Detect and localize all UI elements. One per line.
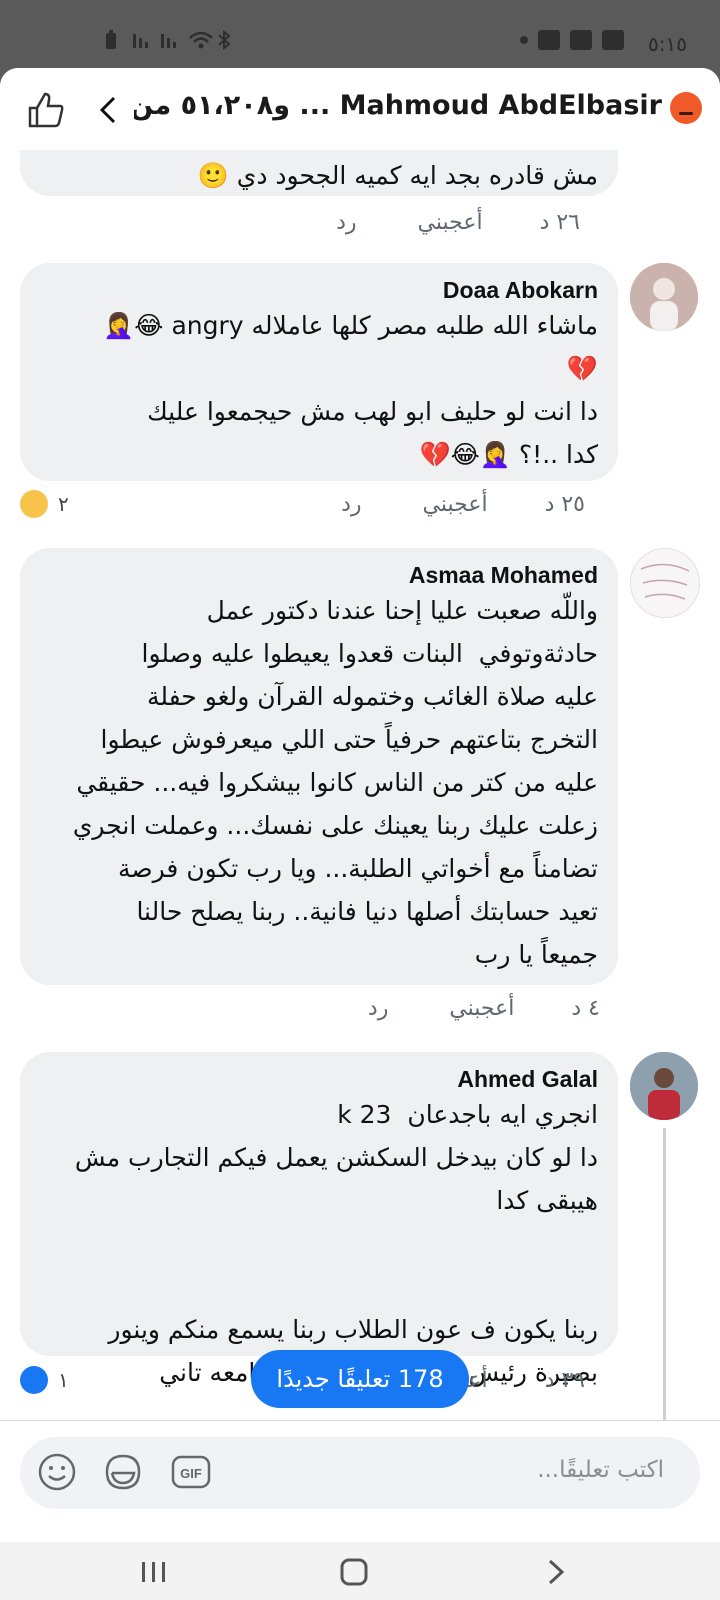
facebook-icon <box>570 30 592 50</box>
like-button[interactable]: أعجبني <box>418 210 483 235</box>
system-nav-bar <box>0 1542 720 1600</box>
comment-time: ٣٩ د <box>544 1368 585 1393</box>
reaction-count: ٢ <box>58 492 69 516</box>
signal-icon-2 <box>160 30 180 48</box>
battery-icon <box>104 30 124 49</box>
back-icon[interactable] <box>94 90 124 130</box>
youtube-icon <box>538 30 560 50</box>
svg-text:GIF: GIF <box>180 1466 202 1481</box>
comment-placeholder: اكتب تعليقًا... <box>537 1457 664 1483</box>
comment-text: واللّه صعبت عليا إحنا عندنا دكتور عمل حا… <box>72 596 598 969</box>
bluetooth-icon <box>216 29 236 51</box>
reaction-count: ١ <box>58 1368 69 1392</box>
comment-bubble: Ahmed Galal انجري ايه باجدعان 23 k دا لو… <box>20 1052 618 1387</box>
haha-reaction-icon <box>20 490 48 518</box>
comments-header: Mahmoud AbdElbasir ... و٥١،٢٠٨ من الأشخ <box>0 68 720 150</box>
comment-time: ٤ د <box>571 996 600 1021</box>
comment-composer: اكتب تعليقًا... GIF <box>0 1420 720 1542</box>
home-icon[interactable] <box>338 1556 370 1588</box>
angry-reaction-icon <box>670 92 702 124</box>
thread-line <box>663 1128 666 1448</box>
notification-dot-icon <box>520 36 528 44</box>
reply-button[interactable]: رد <box>336 210 356 235</box>
comment-meta: ٤ د أعجبني رد <box>368 996 600 1021</box>
avatar[interactable] <box>630 263 698 331</box>
comment-meta: ٢٦ د أعجبني رد <box>336 210 580 235</box>
signal-icon <box>132 30 152 48</box>
comment-input[interactable]: اكتب تعليقًا... GIF <box>20 1437 700 1509</box>
avatar[interactable] <box>630 548 700 618</box>
recents-icon[interactable] <box>138 1556 170 1588</box>
comment-author[interactable]: Doaa Abokarn <box>40 277 598 304</box>
reaction-summary[interactable]: ١ <box>20 1366 69 1394</box>
comments-sheet: Mahmoud AbdElbasir ... و٥١،٢٠٨ من الأشخ … <box>0 68 720 1542</box>
like-button[interactable]: أعجبني <box>449 996 514 1021</box>
new-comments-button[interactable]: 178 تعليقًا جديدًا <box>251 1350 469 1408</box>
comment-bubble: Doaa Abokarn ماشاء الله طلبه مصر كلها عا… <box>20 263 618 481</box>
like-button[interactable]: أعجبني <box>423 492 488 517</box>
status-icons-left <box>104 29 236 51</box>
gallery-icon <box>602 30 624 50</box>
avatar[interactable] <box>630 1052 698 1120</box>
comment-meta: ٢٥ د أعجبني رد <box>341 492 585 517</box>
comment-text: ماشاء الله طلبه مصر كلها عاملاله angry 😂… <box>103 311 598 469</box>
status-time: ٥:١٥ <box>648 32 687 56</box>
comment-time: ٢٥ د <box>544 492 585 517</box>
gif-icon[interactable]: GIF <box>170 1451 212 1493</box>
like-icon[interactable] <box>24 88 68 132</box>
emoji-icon[interactable] <box>36 1451 78 1493</box>
like-reaction-icon <box>20 1366 48 1394</box>
header-title: Mahmoud AbdElbasir ... و٥١،٢٠٨ من الأشخ <box>134 90 662 121</box>
sticker-icon[interactable] <box>102 1451 144 1493</box>
wifi-icon <box>188 30 213 49</box>
reaction-summary[interactable]: ٢ <box>20 490 69 518</box>
reply-button[interactable]: رد <box>368 996 388 1021</box>
comment-author[interactable]: Asmaa Mohamed <box>40 562 598 589</box>
reply-button[interactable]: رد <box>341 492 361 517</box>
status-icons-right <box>520 30 624 50</box>
comment-author[interactable]: Ahmed Galal <box>40 1066 598 1093</box>
comment-text: مش قادره بجد ايه كميه الجحود دي 🙂 <box>197 161 598 190</box>
status-bar: ٥:١٥ <box>0 0 720 68</box>
comment-time: ٢٦ د <box>539 210 580 235</box>
comment-text: انجري ايه باجدعان 23 k دا لو كان بيدخل ا… <box>74 1100 598 1387</box>
nav-back-icon[interactable] <box>540 1556 572 1588</box>
comment-bubble: Asmaa Mohamed واللّه صعبت عليا إحنا عندن… <box>20 548 618 985</box>
